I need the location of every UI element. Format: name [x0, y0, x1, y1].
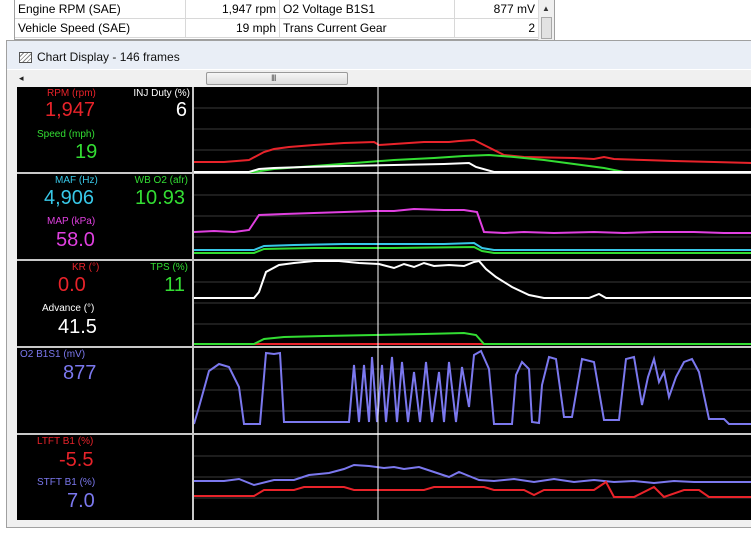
ltft-value: -5.5	[59, 449, 94, 471]
parameter-table: Engine RPM (SAE) 1,947 rpm O2 Voltage B1…	[14, 0, 555, 40]
map-trace	[194, 207, 751, 235]
kr-label: KR (°)	[72, 262, 100, 273]
o2-value: 877	[63, 362, 97, 384]
map-value: 58.0	[56, 229, 95, 251]
param-value: 1,947 rpm	[186, 0, 280, 19]
stft-label: STFT B1 (%)	[37, 477, 96, 488]
table-row[interactable]: Engine RPM (SAE) 1,947 rpm O2 Voltage B1…	[15, 0, 539, 19]
advance-value: 41.5	[58, 316, 97, 338]
ltft-trace	[194, 480, 751, 499]
maf-value: 4,906	[44, 187, 95, 209]
stft-value: 7.0	[67, 490, 95, 512]
kr-value: 0.0	[58, 274, 86, 296]
wb-o2-label: WB O2 (afr)	[134, 175, 188, 186]
advance-label: Advance (°)	[42, 303, 95, 314]
table-row[interactable]: Vehicle Speed (SAE) 19 mph Trans Current…	[15, 19, 539, 38]
speed-trace	[194, 153, 751, 173]
chart-panel-o2: O2 B1S1 (mV) 877	[17, 348, 192, 433]
speed-label: Speed (mph)	[37, 129, 95, 140]
chart-panel-rpm: RPM (rpm) 1,947 INJ Duty (%) 6 Speed (mp…	[17, 87, 192, 172]
param-name: Engine RPM (SAE)	[15, 0, 186, 19]
tps-label: TPS (%)	[150, 262, 188, 273]
arrow-up-icon[interactable]: ▲	[542, 4, 550, 13]
scroll-grip: III	[271, 73, 276, 83]
chart-panel-fuel-trim: LTFT B1 (%) -5.5 STFT B1 (%) 7.0	[17, 435, 192, 520]
horizontal-scrollbar[interactable]: ◂ III	[7, 69, 751, 86]
table-scrollbar[interactable]: ▲	[538, 0, 554, 40]
tps-trace	[194, 259, 751, 299]
o2-label: O2 B1S1 (mV)	[20, 349, 86, 360]
app-root: Engine RPM (SAE) 1,947 rpm O2 Voltage B1…	[0, 0, 751, 543]
param-name: Trans Current Gear	[280, 19, 455, 38]
advance-trace	[194, 331, 751, 345]
chart-panel-maf: MAF (Hz) 4,906 WB O2 (afr) 10.93 MAP (kP…	[17, 174, 192, 259]
param-value: 19 mph	[186, 19, 280, 38]
param-name: O2 Voltage B1S1	[280, 0, 455, 19]
stft-trace	[194, 463, 751, 487]
param-name: Vehicle Speed (SAE)	[15, 19, 186, 38]
tps-value: 11	[164, 274, 185, 296]
inj-duty-trace	[194, 161, 751, 173]
chart-display-window: Chart Display - 146 frames ◂ III RPM (rp…	[6, 40, 751, 528]
window-title-bar[interactable]: Chart Display - 146 frames	[7, 41, 751, 69]
table-scroll-thumb[interactable]	[541, 17, 552, 39]
inj-duty-value: 6	[175, 99, 187, 121]
chart-area[interactable]: RPM (rpm) 1,947 INJ Duty (%) 6 Speed (mp…	[17, 87, 751, 520]
wb-o2-value: 10.93	[134, 187, 185, 209]
chart-plots[interactable]	[194, 87, 751, 520]
rpm-label: RPM (rpm)	[47, 88, 96, 99]
param-value: 2	[455, 19, 539, 38]
ltft-label: LTFT B1 (%)	[37, 436, 94, 447]
arrow-left-icon[interactable]: ◂	[19, 73, 24, 84]
o2-trace	[194, 349, 751, 425]
scroll-thumb[interactable]: III	[206, 72, 348, 85]
maf-label: MAF (Hz)	[55, 175, 98, 186]
window-title: Chart Display - 146 frames	[37, 50, 180, 64]
speed-value: 19	[75, 141, 98, 163]
rpm-trace	[194, 138, 751, 164]
param-value: 877 mV	[455, 0, 539, 19]
inj-duty-label: INJ Duty (%)	[133, 88, 190, 99]
map-label: MAP (kPa)	[47, 216, 96, 227]
chart-panel-kr: KR (°) 0.0 TPS (%) 11 Advance (°) 41.5	[17, 261, 192, 346]
chart-window-icon	[19, 52, 32, 63]
rpm-value: 1,947	[45, 99, 96, 121]
grid-lines	[194, 107, 751, 499]
